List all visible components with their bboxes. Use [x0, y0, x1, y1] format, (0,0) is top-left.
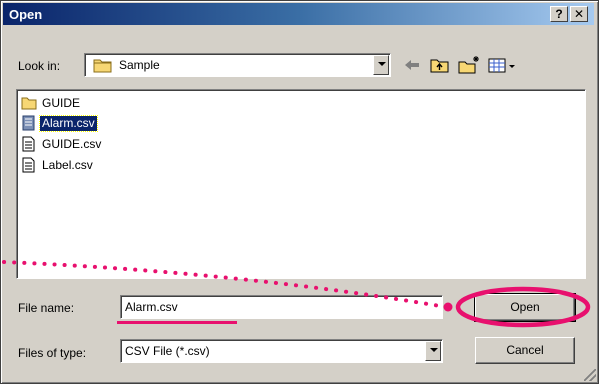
annotation-underline [117, 321, 237, 324]
annotation-dotted-line [2, 260, 448, 309]
annotation-dot [443, 302, 453, 312]
annotation-circle [455, 286, 591, 328]
annotation-overlay [2, 260, 591, 328]
